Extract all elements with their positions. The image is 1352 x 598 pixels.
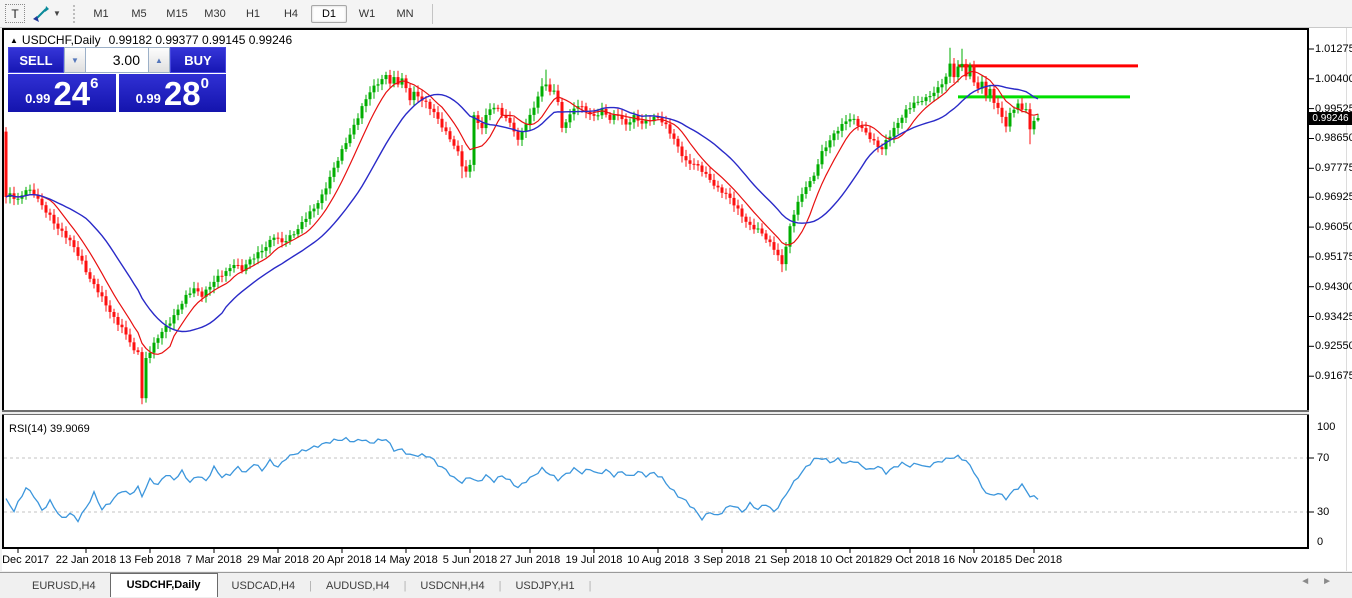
tab-scroll-left-icon[interactable]: ◄ [1300,576,1322,587]
sell-price-point: 6 [90,75,98,92]
price-axis-label: 0.99525 [1315,103,1352,115]
price-axis-label: 0.91675 [1315,370,1352,382]
price-axis-label: 0.95175 [1315,251,1352,263]
chart-tab-eurusd-h4[interactable]: EURUSD,H4 [18,576,110,596]
one-click-trading-panel: SELL ▼ 3.00 ▲ BUY 0.99 24 6 0.99 28 0 [8,47,226,112]
rsi-indicator-plot[interactable] [4,415,1307,546]
price-axis-label: 0.94300 [1315,281,1352,293]
price-axis-label: 0.98650 [1315,132,1352,144]
ohlc-values: 0.99182 0.99377 0.99145 0.99246 [109,33,293,47]
sell-button[interactable]: SELL [8,47,64,73]
price-axis-label: 0.93425 [1315,311,1352,323]
volume-increase-button[interactable]: ▲ [148,47,170,73]
buy-price-pips: 28 [164,79,201,109]
volume-input[interactable]: 3.00 [86,47,148,73]
timeframe-button-m1[interactable]: M1 [83,5,119,23]
buy-price-box[interactable]: 0.99 28 0 [119,74,227,112]
price-axis-label: 1.00400 [1315,73,1352,85]
rsi-axis-label: 100 [1317,421,1335,433]
price-axis-label: 0.96925 [1315,191,1352,203]
volume-decrease-button[interactable]: ▼ [64,47,86,73]
toolbar-grip [71,5,76,23]
timeframe-button-d1[interactable]: D1 [311,5,347,23]
symbol-label: USDCHF,Daily [22,33,101,47]
chart-tab-usdcad-h4[interactable]: USDCAD,H4 [218,576,310,596]
chart-tab-usdjpy-h1[interactable]: USDJPY,H1 [501,576,588,596]
rsi-axis-label: 0 [1317,536,1323,548]
toolbar: T ▼ M1M5M15M30H1H4D1W1MN [0,0,1352,28]
buy-price-prefix: 0.99 [136,91,161,106]
chart-tab-bar: EURUSD,H4USDCHF,DailyUSDCAD,H4 | AUDUSD,H4… [0,572,1352,598]
crosshair-arrows-icon[interactable] [30,4,52,24]
timeframe-button-h4[interactable]: H4 [273,5,309,23]
sell-price-pips: 24 [53,79,90,109]
timeframe-button-w1[interactable]: W1 [349,5,385,23]
chevron-down-icon[interactable]: ▼ [53,9,63,18]
rsi-axis-label: 30 [1317,506,1329,518]
price-axis-label: 0.92550 [1315,340,1352,352]
tab-separator: | [589,580,592,592]
date-axis-label: 5 Dec 2018 [992,554,1076,566]
chart-tab-audusd-h4[interactable]: AUDUSD,H4 [312,576,404,596]
timeframe-bar: M1M5M15M30H1H4D1W1MN [82,5,424,23]
toolbar-separator [432,4,433,24]
price-axis-label: 0.97775 [1315,162,1352,174]
buy-button[interactable]: BUY [170,47,226,73]
price-axis-label: 1.01275 [1315,43,1352,55]
timeframe-button-m15[interactable]: M15 [159,5,195,23]
tab-scroll-arrows: ◄► [1300,576,1344,587]
rsi-axis-label: 70 [1317,452,1329,464]
collapse-triangle-icon[interactable]: ▲ [10,36,18,45]
timeframe-button-mn[interactable]: MN [387,5,423,23]
text-tool-icon[interactable]: T [5,4,25,23]
mt4-window: T ▼ M1M5M15M30H1H4D1W1MN ▲ USDCHF,Daily 0.… [0,0,1352,598]
buy-price-point: 0 [201,75,209,92]
chart-tab-usdcnh-h4[interactable]: USDCNH,H4 [406,576,498,596]
timeframe-button-m30[interactable]: M30 [197,5,233,23]
tab-scroll-right-icon[interactable]: ► [1322,576,1344,587]
sell-price-box[interactable]: 0.99 24 6 [8,74,116,112]
timeframe-button-h1[interactable]: H1 [235,5,271,23]
rsi-label: RSI(14) 39.9069 [9,423,90,435]
timeframe-button-m5[interactable]: M5 [121,5,157,23]
sell-price-prefix: 0.99 [25,91,50,106]
chart-title: ▲ USDCHF,Daily 0.99182 0.99377 0.99145 0.9… [10,33,292,47]
rsi-bottom-border [2,547,1309,549]
chart-tab-usdchf-daily[interactable]: USDCHF,Daily [110,573,218,597]
price-axis-label: 0.96050 [1315,221,1352,233]
